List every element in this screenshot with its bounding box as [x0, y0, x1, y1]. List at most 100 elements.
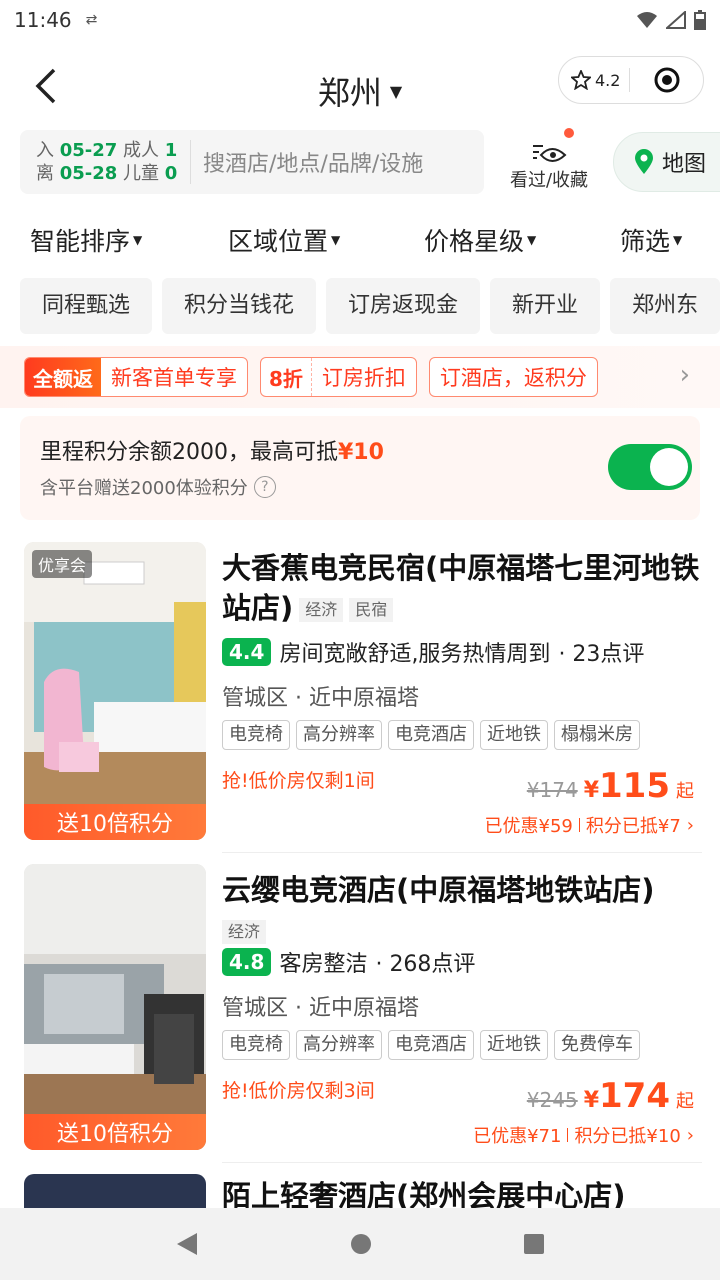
saved-amount: 已优惠¥59 [484, 816, 573, 837]
nav-home-icon[interactable] [349, 1232, 373, 1256]
system-nav-bar [0, 1208, 720, 1280]
promo-full-refund[interactable]: 全额返 新客首单专享 [24, 357, 248, 397]
sort-bar: 智能排序 ▼ 区域位置 ▼ 价格星级 ▼ 筛选 ▼ [0, 210, 720, 270]
map-button[interactable]: 地图 [613, 132, 720, 192]
discount-row[interactable]: 已优惠¥71 积分已抵¥10 › [473, 1122, 694, 1148]
hotel-card[interactable]: 陌上轻奢酒店(郑州会展中心店) [0, 1174, 720, 1208]
nav-recents-icon[interactable] [523, 1233, 545, 1255]
sort-smart-label: 智能排序 [30, 227, 131, 256]
feature-tag: 电竞椅 [222, 1030, 290, 1060]
points-used: 积分已抵¥7 [585, 816, 681, 837]
hotel-image[interactable]: 送10倍积分 [24, 864, 206, 1150]
top-bar: 郑州 ▼ 4.2 [0, 50, 720, 124]
chip-new-open[interactable]: 新开业 [490, 278, 601, 334]
sort-area[interactable]: 区域位置 ▼ [228, 222, 340, 258]
battery-icon [694, 10, 706, 30]
rating-row: 4.8 客房整洁 · 268点评 [222, 946, 475, 978]
chevron-right-icon[interactable]: › [680, 360, 690, 390]
urgency-text: 抢!低价房仅剩3间 [222, 1080, 375, 1102]
separator [578, 818, 580, 832]
sort-filter[interactable]: 筛选 ▼ [620, 222, 682, 258]
promo-lead: 8折 [261, 358, 312, 396]
points-banner: 送10倍积分 [24, 804, 206, 840]
mini-program-capsule: 4.2 [558, 56, 704, 104]
date-guest-selector[interactable]: 入 05-27 成人 1 离 05-28 儿童 0 [20, 139, 190, 185]
price-suffix: 起 [676, 781, 694, 802]
chip-zhengzhou-east[interactable]: 郑州东 [610, 278, 720, 334]
feature-tag: 高分辨率 [296, 720, 382, 750]
help-icon[interactable]: ? [253, 476, 276, 498]
points-sub-text: 含平台赠送2000体验积分 [40, 478, 248, 499]
record-icon [654, 67, 679, 93]
points-banner: 送10倍积分 [24, 1114, 206, 1150]
eye-list-icon [533, 145, 567, 162]
original-price: ¥245 [526, 1088, 578, 1112]
adults-label: 成人 [123, 140, 160, 161]
hotel-tag: 经济 [299, 598, 344, 622]
chip-tongcheng-select[interactable]: 同程甄选 [20, 278, 153, 334]
points-main-text: 里程积分余额2000，最高可抵 [40, 440, 338, 465]
hotel-card[interactable]: 优享会 送10倍积分 大香蕉电竞民宿(中原福塔七里河地铁站店) 经济 民宿 4.4 … [0, 542, 720, 852]
search-box[interactable]: 入 05-27 成人 1 离 05-28 儿童 0 搜酒店/地点/品牌/设施 [20, 130, 484, 194]
location-pin-icon [635, 149, 653, 174]
separator [567, 1128, 569, 1142]
nav-back-icon[interactable] [175, 1231, 199, 1257]
hotel-location: 管城区 · 近中原福塔 [222, 686, 419, 711]
city-selector[interactable]: 郑州 ▼ [318, 68, 402, 114]
hotel-name-text: 陌上轻奢酒店(郑州会展中心店) [222, 1179, 626, 1208]
current-price: ¥115 [583, 766, 670, 806]
original-price: ¥174 [526, 778, 578, 802]
price-suffix: 起 [676, 1091, 694, 1112]
promo-discount[interactable]: 8折 订房折扣 [260, 357, 417, 397]
sort-smart[interactable]: 智能排序 ▼ [30, 222, 142, 258]
hotel-image[interactable]: 优享会 送10倍积分 [24, 542, 206, 840]
price-row: ¥174 ¥115 起 [527, 766, 694, 806]
sort-price-star[interactable]: 价格星级 ▼ [424, 222, 536, 258]
history-label: 看过/收藏 [509, 170, 589, 191]
feature-tag: 近地铁 [480, 720, 548, 750]
feature-tag: 电竞椅 [222, 720, 290, 750]
hotel-name: 云缨电竞酒店(中原福塔地铁站店) 经济 [222, 870, 702, 950]
points-amount: ¥10 [338, 440, 384, 465]
caret-down-icon: ▼ [331, 233, 341, 247]
current-price: ¥174 [583, 1076, 670, 1116]
divider [222, 852, 702, 853]
chevron-right-icon: › [686, 1124, 694, 1146]
history-favorites-button[interactable]: 看过/收藏 [500, 128, 598, 198]
points-toggle[interactable] [608, 444, 692, 490]
rating-button[interactable]: 4.2 [559, 70, 629, 90]
promo-text: 订房折扣 [321, 366, 406, 390]
hotel-location: 管城区 · 近中原福塔 [222, 996, 419, 1021]
feature-tag: 电竞酒店 [388, 720, 474, 750]
promo-points-return[interactable]: 订酒店，返积分 [428, 357, 598, 397]
review-count: · 23点评 [558, 642, 645, 667]
children-label: 儿童 [123, 163, 160, 184]
quick-filter-chips: 同程甄选 积分当钱花 订房返现金 新开业 郑州东 [20, 278, 720, 336]
sort-area-label: 区域位置 [228, 227, 329, 256]
hotel-name-text: 云缨电竞酒店(中原福塔地铁站店) [222, 873, 655, 907]
review-snippet: 房间宽敞舒适,服务热情周到 [279, 642, 551, 667]
price-value: 174 [599, 1076, 670, 1116]
price-row: ¥245 ¥174 起 [527, 1076, 694, 1116]
chip-cashback[interactable]: 订房返现金 [326, 278, 481, 334]
hotel-tag: 经济 [222, 920, 267, 944]
star-icon [571, 70, 591, 90]
sort-filter-label: 筛选 [620, 227, 671, 256]
capsule-rating-value: 4.2 [595, 70, 621, 90]
chip-points-cash[interactable]: 积分当钱花 [162, 278, 317, 334]
feature-tag: 高分辨率 [296, 1030, 382, 1060]
hotel-card[interactable]: 送10倍积分 云缨电竞酒店(中原福塔地铁站店) 经济 4.8 客房整洁 · 268… [0, 864, 720, 1164]
adults-count: 1 [164, 140, 178, 161]
points-used: 积分已抵¥10 [574, 1126, 681, 1147]
signal-icon [666, 11, 686, 29]
record-button[interactable] [630, 66, 703, 94]
status-time: 11:46 [14, 8, 72, 32]
discount-row[interactable]: 已优惠¥59 积分已抵¥7 › [485, 812, 694, 838]
score-badge: 4.8 [222, 948, 272, 976]
urgency-text: 抢!低价房仅剩1间 [222, 770, 375, 792]
caret-down-icon: ▼ [389, 81, 403, 101]
hotel-image[interactable] [24, 1174, 206, 1208]
search-input[interactable]: 搜酒店/地点/品牌/设施 [191, 146, 423, 178]
caret-down-icon: ▼ [527, 233, 537, 247]
review-snippet: 客房整洁 [279, 952, 368, 977]
